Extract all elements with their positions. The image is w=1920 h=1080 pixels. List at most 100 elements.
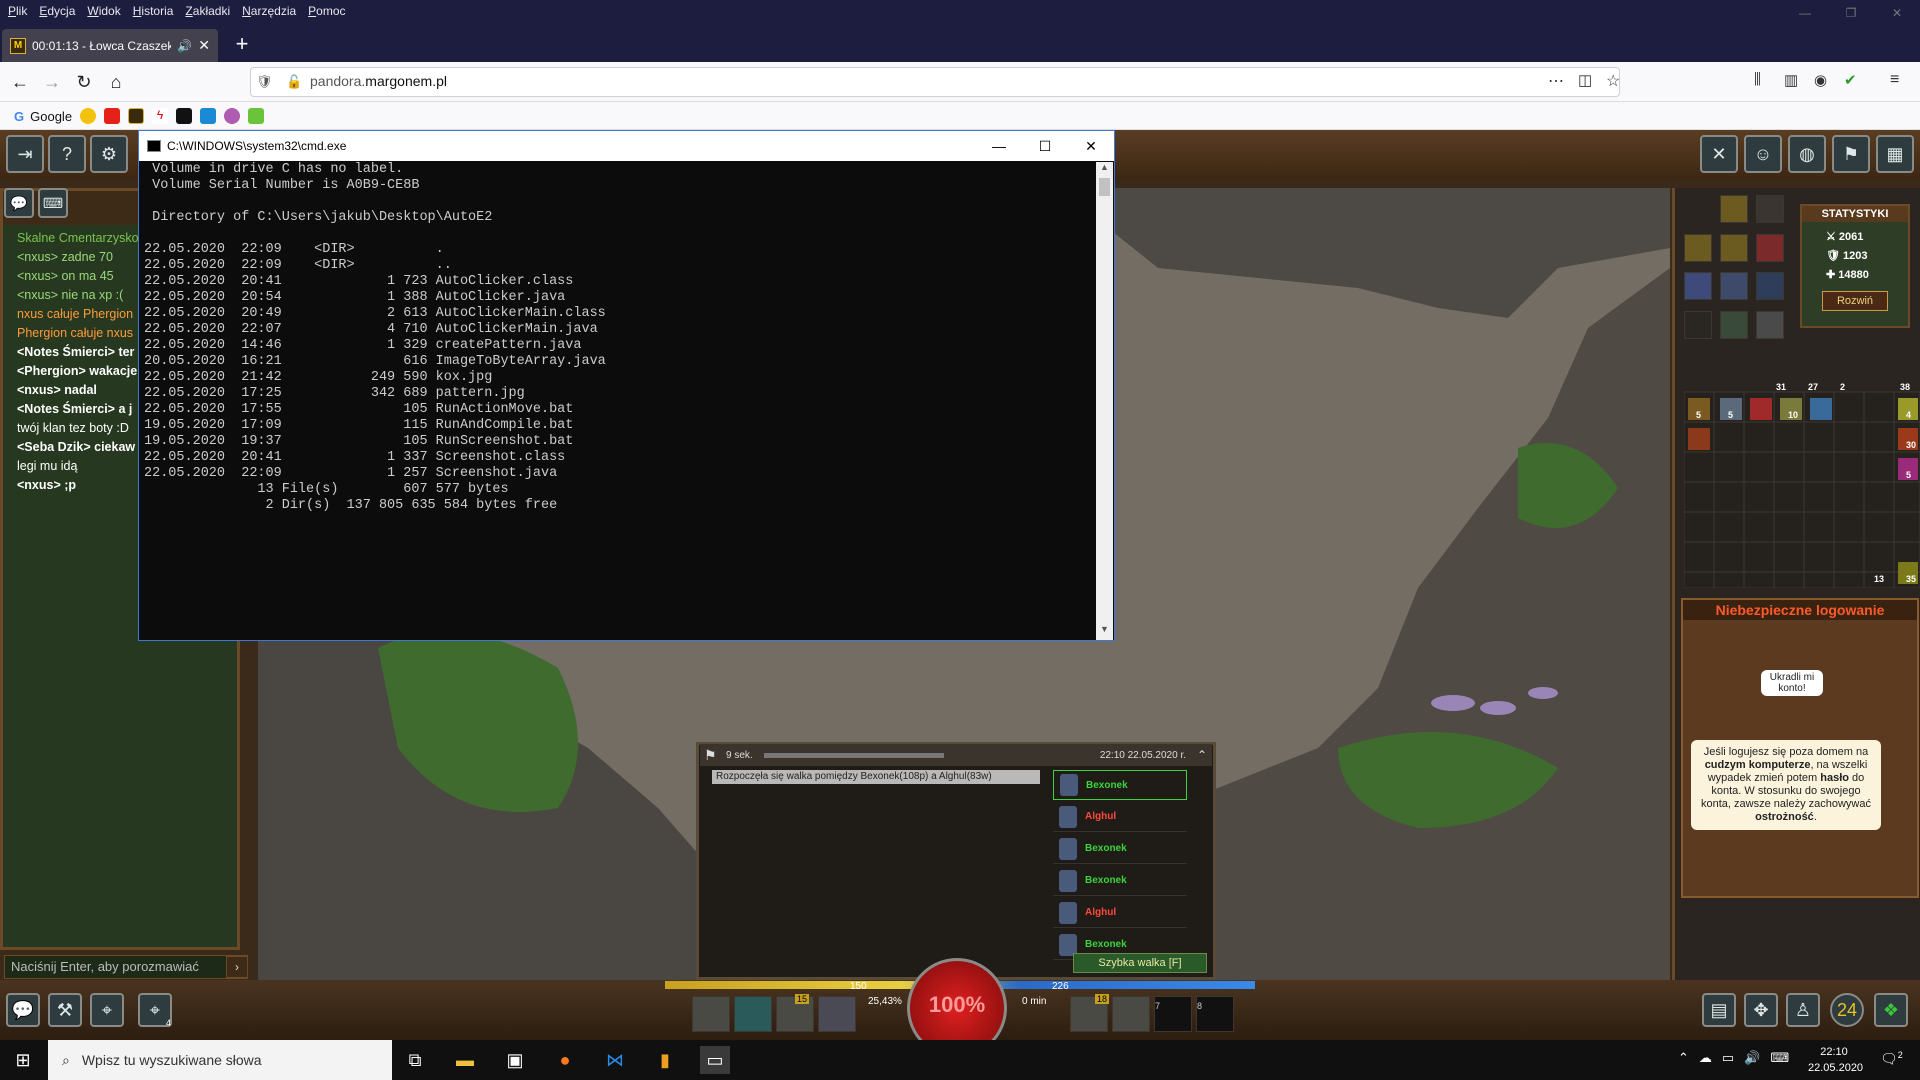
store-icon[interactable]: ▣	[500, 1046, 530, 1074]
home-icon[interactable]: ⌂	[102, 68, 130, 96]
browser-tab[interactable]: M 00:01:13 - Łowca Czaszek 🔊 ✕	[2, 29, 218, 62]
bookmark-purple-icon[interactable]	[224, 108, 240, 124]
skill-slot[interactable]	[1112, 996, 1150, 1032]
teleport-icon[interactable]: ✥	[1744, 993, 1778, 1027]
close-icon[interactable]: ✕	[1068, 138, 1114, 155]
network-icon[interactable]: ▭	[1722, 1050, 1734, 1066]
page-actions-icon[interactable]: ⋯	[1548, 71, 1564, 91]
helmet-slot[interactable]	[1720, 195, 1748, 223]
bookmark-yellow-icon[interactable]	[80, 108, 96, 124]
speaker-icon[interactable]: 🔊	[177, 39, 192, 53]
account-icon[interactable]: ◉	[1814, 71, 1827, 89]
sidebar-icon[interactable]: ▥	[1784, 71, 1798, 89]
menu-help[interactable]: Pomoc	[308, 4, 345, 18]
restore-icon[interactable]: ❐	[1828, 0, 1874, 26]
onedrive-icon[interactable]: ☁	[1699, 1050, 1712, 1066]
skill-slot[interactable]: 7	[1154, 996, 1192, 1032]
minimize-icon[interactable]: —	[1782, 0, 1828, 26]
volume-icon[interactable]: 🔊	[1744, 1050, 1760, 1066]
quests-icon[interactable]: ▤	[1702, 993, 1736, 1027]
clan-icon[interactable]: ⚑	[1832, 135, 1870, 173]
fighter-entry[interactable]: Alghul	[1053, 802, 1187, 832]
pocket-icon[interactable]: ◫	[1578, 71, 1592, 89]
library-icon[interactable]: ⫼	[1754, 71, 1761, 88]
menu-tools[interactable]: Narzędzia	[242, 4, 296, 18]
expand-stats-button[interactable]: Rozwiń	[1822, 291, 1888, 311]
menu-view[interactable]: Widok	[87, 4, 120, 18]
flash-icon[interactable]: ϟ	[152, 108, 168, 124]
gloves-slot[interactable]	[1756, 233, 1784, 262]
menu-file[interactable]: Plik	[8, 4, 27, 18]
group-icon[interactable]: ⚒	[48, 993, 82, 1027]
reload-icon[interactable]: ↻	[70, 68, 98, 96]
insecure-lock-icon[interactable]: 🔓	[286, 74, 302, 90]
forward-icon[interactable]: →	[38, 68, 66, 96]
weapon-slot[interactable]	[1684, 272, 1712, 300]
cmd-taskbar-icon[interactable]: ▭	[700, 1046, 730, 1074]
intellij-icon[interactable]: ▮	[650, 1046, 680, 1074]
shield-slot[interactable]	[1756, 272, 1784, 300]
youtube-icon[interactable]	[104, 108, 120, 124]
scroll-up-icon[interactable]: ▲	[1096, 162, 1113, 178]
shield-icon[interactable]	[1756, 310, 1784, 339]
close-icon[interactable]: ✕	[1874, 0, 1920, 26]
chat-send-icon[interactable]: ›	[226, 956, 248, 978]
skill-slot[interactable]: 8	[1196, 996, 1234, 1032]
maximize-icon[interactable]: ☐	[1022, 138, 1068, 155]
friends-icon[interactable]: ☺	[1744, 135, 1782, 173]
chat-input[interactable]: Naciśnij Enter, aby porozmawiać	[4, 955, 248, 979]
battle-icon[interactable]: ✕	[1700, 135, 1738, 173]
scroll-down-icon[interactable]: ▼	[1096, 624, 1113, 640]
margonem-icon[interactable]	[128, 108, 144, 124]
flag-icon[interactable]: ⚑	[700, 747, 726, 764]
premium-icon[interactable]: ❖	[1874, 993, 1908, 1027]
location-icon[interactable]: ⌖	[90, 993, 124, 1027]
keyboard-icon[interactable]: ⌨	[1770, 1050, 1789, 1066]
sword-slot[interactable]	[1756, 195, 1784, 223]
bookmark-dark-icon[interactable]	[176, 108, 192, 124]
help-icon[interactable]: ?	[48, 135, 86, 173]
chat-bubble-icon[interactable]: 💬	[4, 188, 34, 218]
necklace-slot[interactable]	[1684, 233, 1712, 262]
menu-hamburger-icon[interactable]: ≡	[1890, 71, 1899, 89]
world-icon[interactable]: ◍	[1788, 135, 1826, 173]
extension-icon[interactable]: ✔	[1844, 71, 1857, 89]
bookmark-blue-icon[interactable]	[200, 108, 216, 124]
firefox-icon[interactable]: ●	[550, 1046, 580, 1074]
taskbar-search[interactable]: ⌕ Wpisz tu wyszukiwane słowa	[48, 1040, 392, 1080]
fighter-entry[interactable]: Bexonek	[1053, 834, 1187, 864]
url-bar[interactable]	[250, 67, 1620, 97]
skill-slot[interactable]	[692, 996, 730, 1032]
menu-bookmarks[interactable]: Zakładki	[185, 4, 230, 18]
chat-keyboard-icon[interactable]: ⌨	[38, 188, 68, 218]
ring-slot[interactable]	[1684, 310, 1712, 339]
character-icon[interactable]: ♙	[1786, 993, 1820, 1027]
clock[interactable]: 22:10 22.05.2020	[1808, 1044, 1863, 1076]
windows-start-icon[interactable]: ⊞	[8, 1046, 38, 1074]
fighter-entry[interactable]: Alghul	[1053, 898, 1187, 928]
skill-slot[interactable]	[734, 996, 772, 1032]
back-icon[interactable]: ←	[6, 68, 34, 96]
cmd-scrollbar[interactable]: ▲ ▼	[1096, 162, 1113, 640]
settings-icon[interactable]: ⚙	[90, 135, 128, 173]
collapse-icon[interactable]: ⌃	[1192, 748, 1212, 762]
menu-edit[interactable]: Edycja	[39, 4, 75, 18]
logout-icon[interactable]: ⇥	[6, 135, 44, 173]
tab-close-icon[interactable]: ✕	[198, 37, 210, 54]
boots-slot[interactable]	[1720, 310, 1748, 339]
armor-slot[interactable]	[1720, 233, 1748, 262]
file-explorer-icon[interactable]: ▬	[450, 1046, 480, 1074]
shield-icon[interactable]: 🛡	[256, 74, 273, 90]
map-settings-icon[interactable]: ▦	[1876, 135, 1914, 173]
fighter-entry[interactable]: Bexonek	[1053, 866, 1187, 896]
pants-slot[interactable]	[1720, 272, 1748, 300]
cmd-output[interactable]: Volume in drive C has no label. Volume S…	[144, 162, 1096, 638]
skill-slot[interactable]	[818, 996, 856, 1032]
minimize-icon[interactable]: —	[976, 138, 1022, 154]
daily-reward-icon[interactable]: 24	[1830, 993, 1864, 1027]
vscode-icon[interactable]: ⋈	[600, 1046, 630, 1074]
quick-fight-button[interactable]: Szybka walka [F]	[1073, 953, 1207, 973]
bookmark-google[interactable]: G Google	[14, 106, 72, 126]
notifications-icon[interactable]: 🗨2	[1880, 1050, 1903, 1068]
task-view-icon[interactable]: ⧉	[400, 1046, 430, 1074]
